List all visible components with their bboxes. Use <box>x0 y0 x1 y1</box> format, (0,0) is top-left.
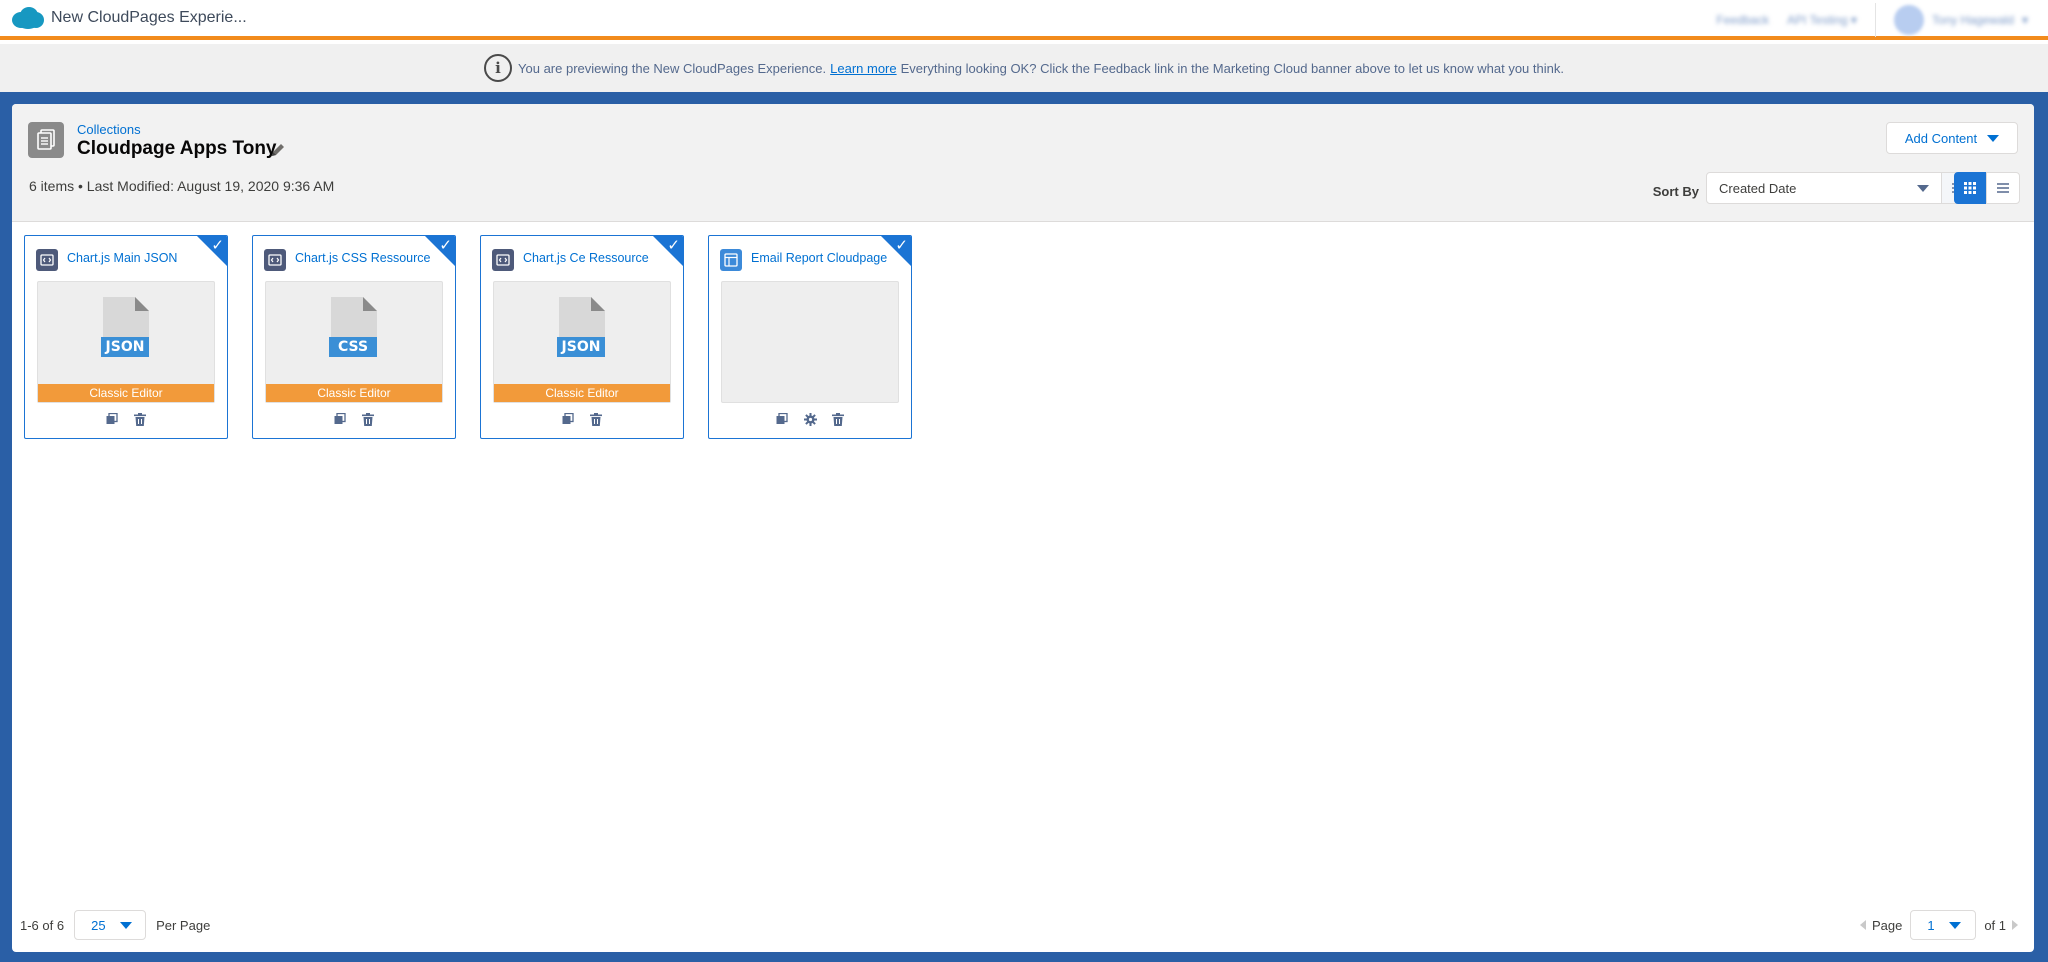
per-page-label: Per Page <box>156 917 211 933</box>
banner-text-prefix: You are previewing the New CloudPages Ex… <box>518 60 827 76</box>
code-resource-icon <box>492 249 514 271</box>
delete-icon[interactable] <box>133 412 147 426</box>
preview-banner: i You are previewing the New CloudPages … <box>0 44 2048 92</box>
delete-icon[interactable] <box>831 412 845 426</box>
content-card[interactable]: ✓ Chart.js CSS Ressource CSS Classic Edi… <box>252 235 456 439</box>
file-type-label: JSON <box>105 339 145 355</box>
card-actions <box>709 412 911 426</box>
copy-icon[interactable] <box>105 412 119 426</box>
per-page-value: 25 <box>91 917 106 933</box>
card-actions <box>253 412 455 426</box>
add-content-label: Add Content <box>1904 130 1978 146</box>
banner-text-suffix: Everything looking OK? Click the Feedbac… <box>900 60 1564 76</box>
content-card[interactable]: ✓ Chart.js Main JSON JSON Classic Editor <box>24 235 228 439</box>
chevron-down-icon <box>1948 921 1961 929</box>
card-thumbnail[interactable]: CSS Classic Editor <box>265 281 443 403</box>
sort-by-value: Created Date <box>1719 180 1797 196</box>
checkmark-icon: ✓ <box>211 236 224 254</box>
page-label: Page <box>1871 917 1903 933</box>
previous-page-icon[interactable] <box>1859 920 1866 930</box>
add-content-button[interactable]: Add Content <box>1886 122 2018 154</box>
feedback-link[interactable]: Feedback <box>1716 13 1769 27</box>
card-title[interactable]: Chart.js Main JSON <box>67 251 177 265</box>
breadcrumb[interactable]: Collections <box>77 122 141 137</box>
content-card[interactable]: ✓ Chart.js Ce Ressource JSON Classic Edi… <box>480 235 684 439</box>
css-file-icon: CSS <box>329 297 377 357</box>
chevron-down-icon <box>1917 185 1929 192</box>
pencil-icon[interactable] <box>270 142 286 158</box>
code-resource-icon <box>36 249 58 271</box>
app-title[interactable]: New CloudPages Experie... <box>51 9 247 27</box>
card-title[interactable]: Email Report Cloudpage <box>751 251 887 265</box>
user-name: Tony Hagewald <box>1931 13 2014 27</box>
avatar <box>1893 5 1924 35</box>
page-value: 1 <box>1927 917 1935 933</box>
classic-editor-badge: Classic Editor <box>494 384 670 402</box>
grid-view-button[interactable] <box>1954 172 1986 204</box>
salesforce-cloud-icon[interactable] <box>11 6 45 30</box>
classic-editor-badge: Classic Editor <box>38 384 214 402</box>
card-title[interactable]: Chart.js Ce Ressource <box>523 251 649 265</box>
business-unit-label: API Testing <box>1787 13 1848 27</box>
info-icon: i <box>484 54 513 82</box>
card-actions <box>481 412 683 426</box>
pagination-summary: 1-6 of 6 25 Per Page <box>20 910 210 940</box>
per-page-select[interactable]: 25 <box>74 910 147 940</box>
file-type-label: JSON <box>561 339 601 355</box>
card-title[interactable]: Chart.js CSS Ressource <box>295 251 430 265</box>
global-header: New CloudPages Experie... Feedback API T… <box>0 0 2048 40</box>
card-thumbnail[interactable] <box>721 281 899 403</box>
learn-more-link[interactable]: Learn more <box>830 61 896 76</box>
checkmark-icon: ✓ <box>895 236 908 254</box>
card-thumbnail[interactable]: JSON Classic Editor <box>493 281 671 403</box>
chevron-down-icon <box>119 921 132 929</box>
file-type-label: CSS <box>337 339 369 355</box>
page-select[interactable]: 1 <box>1910 910 1977 940</box>
chevron-down-icon: ▾ <box>2021 13 2028 27</box>
list-icon <box>1997 183 2009 193</box>
user-menu[interactable]: Tony Hagewald ▾ <box>1893 5 2028 35</box>
content-card[interactable]: ✓ Email Report Cloudpage <box>708 235 912 439</box>
page-title: Cloudpage Apps Tony <box>77 138 277 159</box>
header-divider <box>1874 3 1876 37</box>
copy-icon[interactable] <box>333 412 347 426</box>
checkmark-icon: ✓ <box>439 236 452 254</box>
copy-icon[interactable] <box>775 412 789 426</box>
sort-by-label: Sort By <box>1652 184 1699 199</box>
json-file-icon: JSON <box>557 297 605 357</box>
json-file-icon: JSON <box>101 297 149 357</box>
header-utilities: Feedback API Testing ▾ Tony Hagewald ▾ <box>1716 0 2028 40</box>
list-view-button[interactable] <box>1986 172 2020 204</box>
checkmark-icon: ✓ <box>667 236 680 254</box>
landing-page-icon <box>720 249 742 271</box>
classic-editor-badge: Classic Editor <box>266 384 442 402</box>
item-range: 1-6 of 6 <box>20 917 65 933</box>
chevron-down-icon <box>1987 134 2000 142</box>
page-total: of 1 <box>1984 917 2006 933</box>
grid-icon <box>1964 182 1976 194</box>
delete-icon[interactable] <box>589 412 603 426</box>
collection-header: Collections Cloudpage Apps Tony 6 items … <box>12 104 2034 222</box>
sort-by-select[interactable]: Created Date <box>1706 172 1942 204</box>
collection-meta: 6 items • Last Modified: August 19, 2020… <box>29 178 335 194</box>
copy-icon[interactable] <box>561 412 575 426</box>
code-resource-icon <box>264 249 286 271</box>
card-thumbnail[interactable]: JSON Classic Editor <box>37 281 215 403</box>
collection-panel: Collections Cloudpage Apps Tony 6 items … <box>12 104 2034 952</box>
collection-icon <box>28 122 64 158</box>
settings-icon[interactable] <box>803 412 817 426</box>
next-page-icon[interactable] <box>2012 920 2018 930</box>
business-unit-switcher[interactable]: API Testing ▾ <box>1787 13 1857 27</box>
delete-icon[interactable] <box>361 412 375 426</box>
card-actions <box>25 412 227 426</box>
pagination-controls: Page 1 of 1 <box>1859 910 2018 940</box>
